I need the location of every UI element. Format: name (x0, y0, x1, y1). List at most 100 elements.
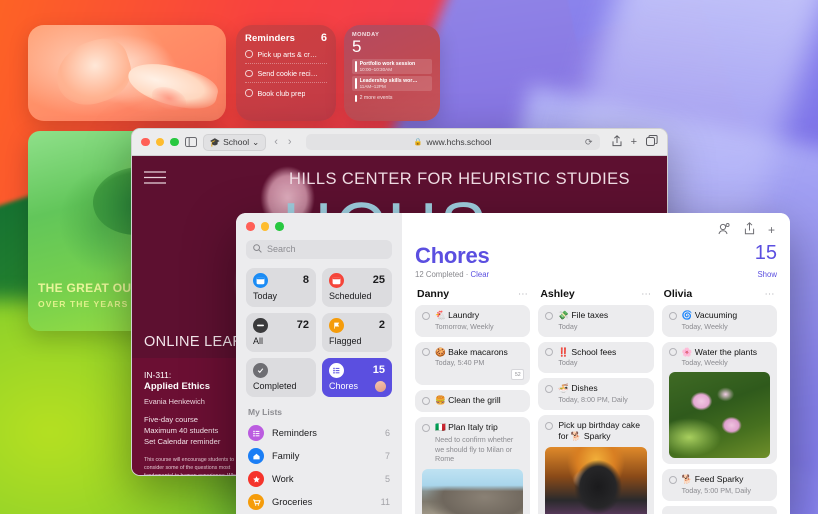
add-reminder-button[interactable]: + (768, 223, 775, 237)
task-item[interactable]: ‼️ School fees Today (538, 341, 654, 374)
task-photo-italy[interactable] (422, 469, 524, 514)
task-item[interactable]: 🌀 Vacuuming Today, Weekly (661, 305, 777, 337)
task-title: 🍜 Dishes (558, 383, 597, 394)
profile-chip[interactable]: 🎓 School ⌄ (202, 133, 267, 151)
checkbox-icon[interactable] (245, 89, 253, 97)
minimize-button[interactable] (260, 222, 269, 231)
column-menu-icon[interactable]: ⋯ (518, 289, 529, 300)
task-title: 💸 File taxes (558, 310, 608, 321)
list-name: Groceries (272, 497, 313, 507)
task-emoji: 🍜 (558, 383, 570, 394)
checkbox-icon[interactable] (545, 311, 554, 320)
forward-button[interactable]: › (286, 136, 294, 148)
list-icon (329, 362, 344, 378)
smart-list-completed[interactable]: Completed (246, 357, 316, 397)
back-button[interactable]: ‹ (272, 136, 280, 148)
checkbox-icon[interactable] (422, 311, 430, 320)
task-photo-flowers[interactable] (668, 372, 770, 459)
column-title: Ashley (540, 288, 575, 300)
smart-lists-grid: 8 Today 25 Scheduled 72 All 2 Flagged Co… (246, 267, 392, 397)
show-completed-button[interactable]: Show (757, 270, 777, 279)
new-tab-button[interactable]: + (631, 136, 637, 148)
calendar-widget[interactable]: MONDAY 5 Portfolio work session 10:00–10… (344, 25, 440, 121)
column-menu-icon[interactable]: ⋯ (764, 289, 775, 300)
checkbox-icon[interactable] (545, 421, 554, 430)
list-item-family[interactable]: Family 7 (246, 445, 392, 468)
address-bar[interactable]: 🔒 www.hchs.school ⟳ (305, 134, 600, 150)
checkbox-icon[interactable] (668, 311, 677, 320)
list-item-groceries[interactable]: Groceries 11 (246, 491, 392, 514)
smart-list-label: Today (253, 290, 278, 301)
photos-widget[interactable] (28, 25, 226, 121)
reminders-app-window[interactable]: Search 8 Today 25 Scheduled 72 All 2 Fla… (236, 213, 790, 514)
checkbox-icon[interactable] (245, 50, 253, 58)
checkbox-icon[interactable] (422, 423, 430, 432)
maximize-button[interactable] (170, 137, 179, 147)
task-text: Dishes (571, 383, 598, 394)
checkbox-icon[interactable] (422, 348, 430, 357)
checkbox-icon[interactable] (245, 69, 253, 78)
hamburger-icon[interactable] (144, 170, 166, 190)
tabs-overview-icon[interactable] (646, 134, 658, 149)
task-item[interactable]: 🌸 Water the plants Today, Weekly (661, 341, 777, 465)
checkbox-icon[interactable] (668, 475, 677, 484)
checkbox-icon[interactable] (545, 384, 554, 393)
smart-list-chores[interactable]: 15 Chores (322, 357, 392, 397)
reminders-widget-item[interactable]: Book club prep (245, 83, 327, 102)
task-text: Water the plants (694, 346, 758, 357)
clear-button[interactable]: Clear (471, 270, 490, 279)
task-item[interactable]: 🍪 Bake macarons Today, 5:40 PM 52 (415, 341, 531, 386)
calendar-event[interactable]: Portfolio work session 10:00–10:30AM (352, 58, 432, 74)
task-title: 🍪 Bake macarons (435, 347, 508, 358)
list-item-reminders[interactable]: Reminders 6 (246, 422, 392, 445)
task-item[interactable]: 🇮🇹 Plan Italy trip Need to confirm wheth… (415, 417, 531, 514)
search-input[interactable]: Search (246, 239, 392, 259)
minimize-button[interactable] (155, 137, 164, 147)
sidebar-icon[interactable] (184, 137, 197, 147)
close-button[interactable] (141, 137, 150, 147)
column-menu-icon[interactable]: ⋯ (641, 289, 652, 300)
list-count: 7 (384, 451, 390, 461)
smart-list-flagged[interactable]: 2 Flagged (322, 312, 392, 352)
smart-list-scheduled[interactable]: 25 Scheduled (322, 267, 392, 307)
task-item[interactable]: Pick up birthday cake for 🐕 Sparky (538, 415, 654, 514)
calendar-more-events[interactable]: 2 more events (352, 94, 432, 103)
share-icon[interactable] (612, 134, 622, 150)
smart-list-today[interactable]: 8 Today (246, 267, 316, 307)
calendar-event[interactable]: Leadership skills wor… 11AM–12PM (352, 76, 432, 92)
column-title: Olivia (663, 288, 693, 300)
task-item[interactable]: 🐔 Laundry Tomorrow, Weekly (415, 305, 531, 337)
chevron-down-icon: ⌄ (252, 136, 260, 147)
task-attachment-badge[interactable]: 52 (511, 369, 525, 381)
task-photo-dog[interactable] (545, 446, 647, 514)
task-text: Feed Sparky (694, 474, 744, 485)
smart-list-all[interactable]: 72 All (246, 312, 316, 352)
task-item[interactable]: 🐕 Feed Sparky Today, 5:00 PM, Daily (661, 469, 777, 502)
close-button[interactable] (246, 222, 255, 231)
reminders-widget-item[interactable]: Send cookie reci… (245, 64, 327, 83)
task-item[interactable]: 🍔 Clean the grill (415, 390, 531, 413)
column-header: Ashley ⋯ (538, 288, 653, 305)
task-emoji: 🐕 (681, 474, 693, 485)
reload-icon[interactable]: ⟳ (585, 137, 593, 148)
reminders-widget-item[interactable]: Pick up arts & cr… (245, 44, 327, 64)
reminders-widget[interactable]: Reminders 6 Pick up arts & cr… Send cook… (236, 25, 336, 121)
checkbox-icon[interactable] (545, 348, 554, 357)
task-item-partial[interactable] (661, 506, 777, 514)
task-text: Laundry (448, 310, 480, 320)
add-people-icon[interactable] (717, 222, 731, 238)
task-emoji: 🐔 (435, 310, 446, 320)
task-item[interactable]: 🍜 Dishes Today, 8:00 PM, Daily (538, 378, 654, 411)
list-item-work[interactable]: Work 5 (246, 468, 392, 491)
checkbox-icon[interactable] (668, 348, 677, 357)
window-controls[interactable] (246, 222, 392, 231)
list-count: 6 (384, 428, 390, 438)
share-icon[interactable] (744, 222, 755, 238)
task-item[interactable]: 💸 File taxes Today (538, 305, 654, 337)
all-inbox-icon (253, 317, 268, 333)
task-subtitle: Today, Weekly (681, 321, 728, 331)
checkbox-icon[interactable] (422, 396, 430, 405)
column-danny: Danny ⋯ 🐔 Laundry Tomorrow, Weekly 🍪 Bak… (415, 288, 531, 514)
maximize-button[interactable] (275, 222, 284, 231)
window-controls[interactable] (141, 137, 179, 147)
